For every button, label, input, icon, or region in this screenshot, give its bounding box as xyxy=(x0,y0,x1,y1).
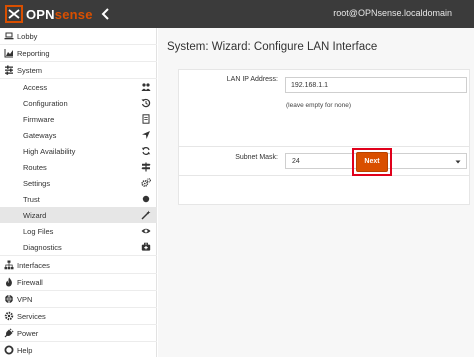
sidebar-item-label: Help xyxy=(17,346,33,355)
subnet-row: Subnet Mask: 24 xyxy=(179,146,469,174)
caret-down-icon xyxy=(455,159,461,165)
chevron-left-icon xyxy=(101,8,109,20)
main-content: System: Wizard: Configure LAN Interface … xyxy=(158,28,474,357)
actions-row xyxy=(179,175,469,205)
sidebar-subitem-configuration[interactable]: Configuration xyxy=(0,95,157,111)
next-button[interactable]: Next xyxy=(356,152,388,172)
logo-text-sense: sense xyxy=(54,6,93,22)
sidebar-item-label: VPN xyxy=(17,295,33,304)
sitemap-icon xyxy=(4,260,14,270)
sidebar-subitem-log-files[interactable]: Log Files xyxy=(0,223,157,239)
sidebar-subitem-label: Wizard xyxy=(23,211,47,220)
sidebar-item-label: Power xyxy=(17,329,39,338)
sidebar-item-reporting[interactable]: Reporting xyxy=(0,45,157,61)
eye-icon xyxy=(141,226,151,236)
cog-icon xyxy=(4,311,14,321)
lan-ip-hint: (leave empty for none) xyxy=(286,102,352,109)
sidebar-item-label: Reporting xyxy=(17,49,50,58)
sidebar-subitem-label: Firmware xyxy=(23,115,55,124)
laptop-icon xyxy=(4,31,14,41)
opnsense-logo[interactable]: OPNsense xyxy=(5,4,93,24)
sidebar-item-label: Lobby xyxy=(17,32,38,41)
sidebar-subitem-gateways[interactable]: Gateways xyxy=(0,127,157,143)
sidebar-item-system[interactable]: System xyxy=(0,62,157,78)
globe-icon xyxy=(4,294,14,304)
magic-wand-icon xyxy=(141,210,151,220)
sidebar-subitem-routes[interactable]: Routes xyxy=(0,159,157,175)
sidebar-subitem-access[interactable]: Access xyxy=(0,79,157,95)
sidebar-subitem-firmware[interactable]: Firmware xyxy=(0,111,157,127)
top-bar: OPNsense root@OPNsense.localdomain xyxy=(0,0,474,28)
sidebar-item-power[interactable]: Power xyxy=(0,325,157,341)
subnet-mask-value: 24 xyxy=(292,158,300,165)
history-icon xyxy=(141,98,151,108)
cogs-icon xyxy=(141,178,151,188)
lan-ip-input[interactable] xyxy=(285,77,467,93)
sidebar-subitem-label: Configuration xyxy=(23,99,68,108)
sidebar-item-label: System xyxy=(17,66,43,75)
signpost-icon xyxy=(141,162,151,172)
subnet-mask-label: Subnet Mask: xyxy=(235,154,278,161)
sidebar-item-lobby[interactable]: Lobby xyxy=(0,28,157,44)
sidebar-subitem-label: Log Files xyxy=(23,227,54,236)
users-icon xyxy=(141,82,151,92)
area-chart-icon xyxy=(4,48,14,58)
sidebar-subitem-label: Gateways xyxy=(23,131,57,140)
logo-text: OPNsense xyxy=(26,7,93,22)
sidebar-item-firewall[interactable]: Firewall xyxy=(0,274,157,290)
sidebar-item-vpn[interactable]: VPN xyxy=(0,291,157,307)
user-menu[interactable]: root@OPNsense.localdomain xyxy=(333,8,452,18)
sidebar-subitem-settings[interactable]: Settings xyxy=(0,175,157,191)
sidebar-item-services[interactable]: Services xyxy=(0,308,157,324)
document-icon xyxy=(141,114,151,124)
sidebar-subitem-label: Trust xyxy=(23,195,40,204)
collapse-sidebar-button[interactable] xyxy=(100,7,112,21)
sidebar-item-interfaces[interactable]: Interfaces xyxy=(0,257,157,273)
refresh-icon xyxy=(141,146,151,156)
logo-text-opn: OPN xyxy=(26,6,55,22)
sidebar-subitem-trust[interactable]: Trust xyxy=(0,191,157,207)
location-arrow-icon xyxy=(141,130,151,140)
medkit-icon xyxy=(141,242,151,252)
sidebar-subitem-label: Diagnostics xyxy=(23,243,62,252)
opnsense-logo-icon xyxy=(5,5,23,23)
lan-ip-label: LAN IP Address: xyxy=(226,76,278,83)
fire-icon xyxy=(4,277,14,287)
sidebar-subitem-label: Routes xyxy=(23,163,47,172)
sidebar: Lobby Reporting System Access Configurat… xyxy=(0,28,157,357)
sidebar-subitem-high-availability[interactable]: High Availability xyxy=(0,143,157,159)
sidebar-item-label: Interfaces xyxy=(17,261,50,270)
sidebar-subitem-label: High Availability xyxy=(23,147,76,156)
sidebar-item-label: Services xyxy=(17,312,46,321)
sidebar-item-help[interactable]: Help xyxy=(0,342,157,357)
sidebar-item-label: Firewall xyxy=(17,278,43,287)
support-icon xyxy=(4,345,14,355)
sidebar-subitem-label: Access xyxy=(23,83,48,92)
sidebar-subitem-diagnostics[interactable]: Diagnostics xyxy=(0,239,157,255)
sidebar-subitem-wizard[interactable]: Wizard xyxy=(0,207,157,223)
circle-icon xyxy=(141,194,151,204)
plug-icon xyxy=(4,328,14,338)
divider xyxy=(0,255,157,256)
sliders-icon xyxy=(4,65,14,75)
lan-ip-row: LAN IP Address: (leave empty for none) xyxy=(179,70,469,113)
page-title: System: Wizard: Configure LAN Interface xyxy=(167,41,378,53)
wizard-form-panel: LAN IP Address: (leave empty for none) S… xyxy=(178,69,470,205)
sidebar-subitem-label: Settings xyxy=(23,179,51,188)
